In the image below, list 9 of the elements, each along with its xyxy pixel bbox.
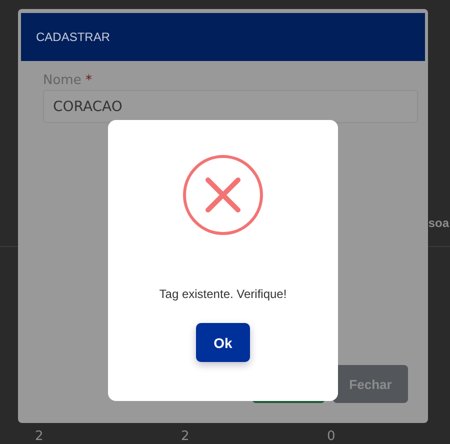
ok-button[interactable]: Ok (196, 323, 250, 362)
column-header: soa (428, 216, 449, 230)
table-cell-text: 2 (34, 430, 44, 444)
alert-message: Tag existente. Verifique! (159, 287, 287, 301)
table-cell-text: 2 (180, 430, 190, 444)
error-icon (183, 155, 263, 235)
modal-title: CADASTRAR (36, 30, 110, 44)
input-field[interactable]: CORACAO (43, 90, 418, 123)
table-cell-text: 0 (326, 430, 336, 444)
